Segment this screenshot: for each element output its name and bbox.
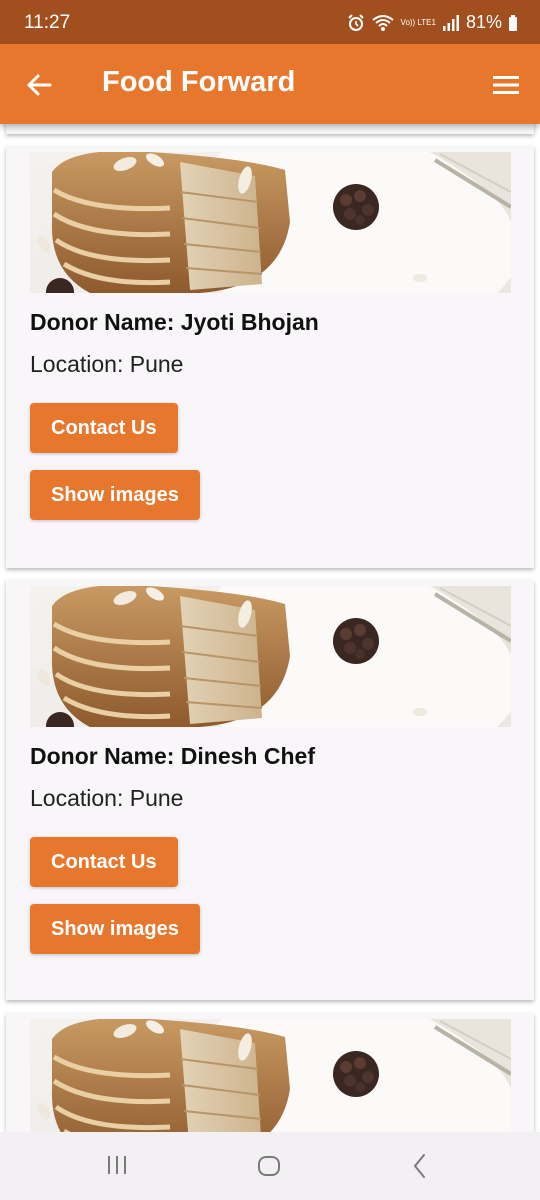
donor-name: Donor Name: Dinesh Chef <box>30 743 315 769</box>
donor-card: Donor Name: Jyoti Bhojan Location: Pune … <box>6 146 534 568</box>
home-icon[interactable] <box>256 1152 282 1180</box>
donor-list[interactable]: Donor Name: Jyoti Bhojan Location: Pune … <box>0 124 540 1132</box>
battery-icon <box>509 14 517 31</box>
show-images-button[interactable]: Show images <box>30 904 200 954</box>
donor-card-previous <box>6 124 534 134</box>
system-nav-bar <box>0 1132 540 1200</box>
arrow-left-icon[interactable] <box>24 70 54 100</box>
contact-us-button[interactable]: Contact Us <box>30 403 178 453</box>
food-image <box>30 586 511 727</box>
donor-location: Location: Pune <box>30 785 184 811</box>
battery-percent: 81% <box>465 12 502 32</box>
app-title: Food Forward <box>102 66 296 98</box>
hamburger-menu-icon[interactable] <box>492 72 520 98</box>
signal-icon <box>442 14 459 31</box>
status-bar: 11:27 Vo)) LTE1 81% <box>0 0 540 44</box>
donor-card <box>6 1013 534 1132</box>
show-images-button[interactable]: Show images <box>30 470 200 520</box>
app-bar: Food Forward <box>0 44 540 124</box>
contact-us-button[interactable]: Contact Us <box>30 837 178 887</box>
donor-card: Donor Name: Dinesh Chef Location: Pune C… <box>6 580 534 1000</box>
status-icons: Vo)) LTE1 81% <box>347 12 518 33</box>
food-image <box>30 152 511 293</box>
wifi-icon <box>371 14 394 31</box>
donor-location: Location: Pune <box>30 351 184 377</box>
alarm-icon <box>347 13 364 31</box>
status-time: 11:27 <box>24 12 71 33</box>
back-icon[interactable] <box>408 1152 432 1180</box>
donor-name: Donor Name: Jyoti Bhojan <box>30 309 319 335</box>
volte-icon: Vo)) LTE1 <box>400 17 436 27</box>
food-image <box>30 1019 511 1132</box>
recent-apps-icon[interactable] <box>106 1152 130 1180</box>
